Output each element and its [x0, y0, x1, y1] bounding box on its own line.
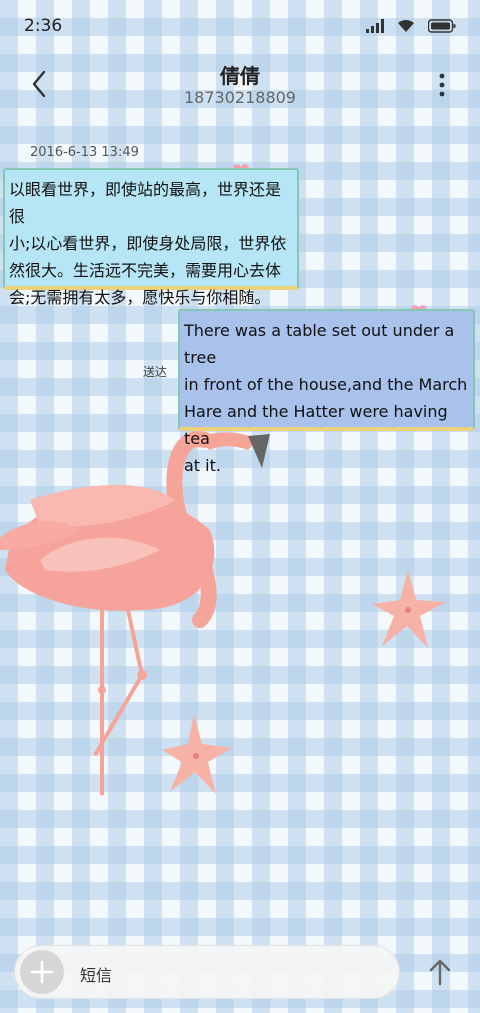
starfish-decoration: [162, 714, 232, 794]
plus-icon: [30, 960, 54, 984]
attach-button[interactable]: [20, 950, 64, 994]
message-line: 以眼看世界，即使站的最高，世界还是很: [9, 180, 282, 226]
message-input-field[interactable]: [14, 945, 400, 999]
contact-name: 倩倩: [220, 64, 260, 88]
send-arrow-icon[interactable]: [424, 956, 456, 988]
starfish-decoration: [372, 570, 446, 648]
status-bar: 2:36: [0, 0, 480, 50]
incoming-message-bubble[interactable]: 以眼看世界，即使站的最高，世界还是很 小;以心看世界，即使身处局限，世界依 然很…: [3, 168, 299, 307]
message-line: at it.: [184, 456, 221, 475]
message-line: 小;以心看世界，即使身处局限，世界依: [9, 234, 287, 253]
message-line: in front of the house,and the March: [184, 375, 468, 394]
message-line: 会;无需拥有太多，愿快乐与你相随。: [9, 288, 271, 307]
message-line: 然很大。生活远不完美，需要用心去体: [9, 261, 282, 280]
battery-icon: [428, 18, 456, 33]
message-input-placeholder: 短信: [80, 966, 113, 985]
conversation-header: 倩倩 18730218809: [0, 50, 480, 120]
message-line: Hare and the Hatter were having tea: [184, 402, 448, 448]
message-line: There was a table set out under a tree: [184, 321, 455, 367]
message-timestamp: 2016-6-13 13:49: [30, 145, 139, 160]
status-icons: [366, 18, 456, 33]
more-vertical-icon[interactable]: [432, 70, 452, 100]
delivery-status: 送达: [143, 365, 168, 379]
signal-icon: [366, 18, 384, 33]
contact-phone-number: 18730218809: [184, 88, 296, 107]
status-time: 2:36: [24, 16, 63, 36]
outgoing-message-bubble[interactable]: There was a table set out under a tree i…: [178, 309, 475, 475]
wifi-icon: [398, 19, 414, 32]
